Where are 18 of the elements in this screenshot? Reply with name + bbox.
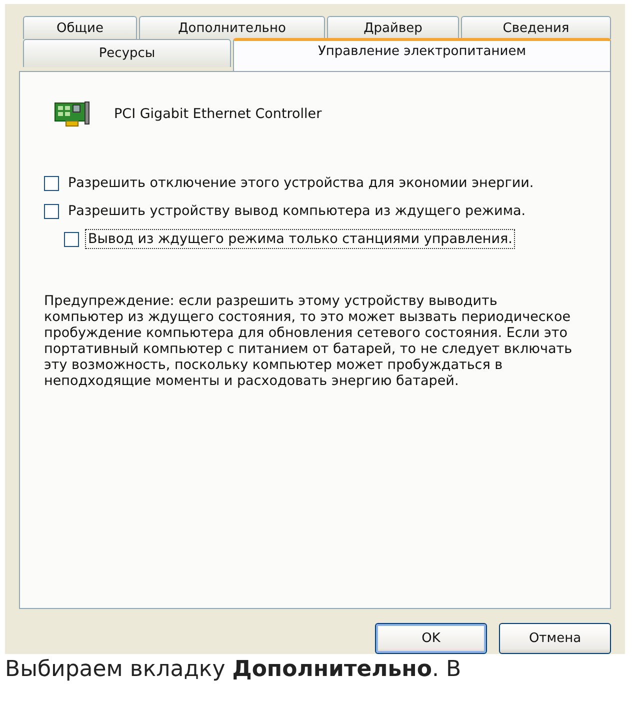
caption-text: Выбираем вкладку Дополнительно. В [5, 657, 462, 683]
tab[interactable]: Сведения [461, 16, 611, 39]
tab[interactable]: Общие [23, 16, 137, 39]
tab[interactable]: Управление электропитанием [233, 38, 611, 71]
cancel-button[interactable]: Отмена [499, 623, 611, 654]
ok-button[interactable]: OK [375, 623, 487, 654]
checkbox-label[interactable]: Вывод из ждущего режима только станциями управления. [85, 229, 516, 249]
warning-text: Предупреждение: если разрешить этому устройству выводить компьютер из ждущего состояния, то это может вызвать периодическое пробуждение компьютера для обновления сетевого состояния. Если это портативный компьютер с питанием от батарей, то не следует включать эту возможность, поскольку компьютер может пробуждаться в неподходящие моменты и расходовать энергию батарей. [44, 293, 574, 389]
tab[interactable]: Драйвер [327, 16, 459, 39]
checkbox[interactable] [44, 176, 59, 190]
network-card-icon [54, 100, 90, 128]
checkbox-label[interactable]: Разрешить отключение этого устройства для экономии энергии. [65, 173, 537, 193]
checkbox[interactable] [44, 204, 59, 218]
checkbox[interactable] [64, 232, 79, 246]
tab[interactable]: Ресурсы [23, 39, 231, 67]
tab[interactable]: Дополнительно [139, 16, 325, 39]
checkbox-label[interactable]: Разрешить устройству вывод компьютера из ждущего режима. [65, 201, 529, 221]
device-name: PCI Gigabit Ethernet Controller [114, 106, 322, 122]
